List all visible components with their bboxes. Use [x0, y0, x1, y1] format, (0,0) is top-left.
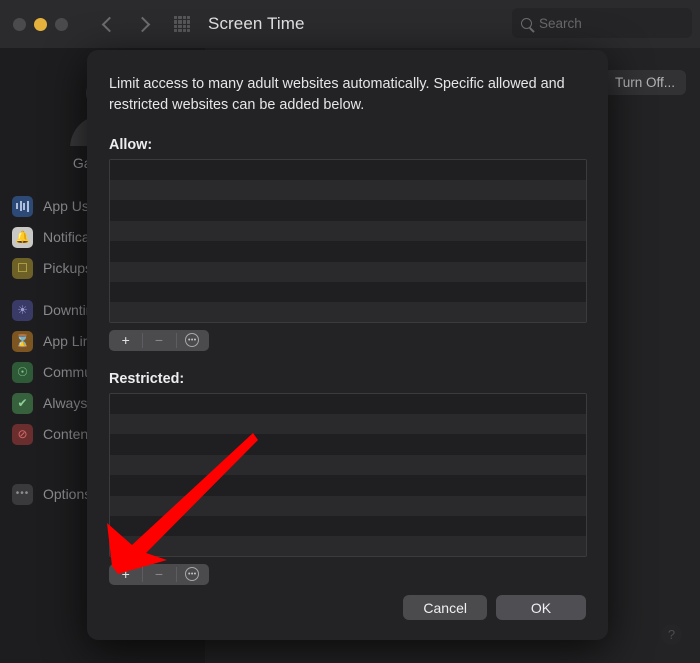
- ellipsis-circle-icon: •••: [185, 333, 200, 348]
- restricted-more-button[interactable]: •••: [175, 564, 209, 585]
- turn-off-button[interactable]: Turn Off...: [603, 70, 686, 95]
- list-item[interactable]: [110, 180, 586, 201]
- chevron-right-icon[interactable]: [134, 16, 151, 32]
- question-mark-icon[interactable]: ?: [661, 624, 682, 645]
- chevron-left-icon[interactable]: [101, 16, 118, 32]
- ellipsis-icon: •••: [12, 483, 33, 505]
- list-item[interactable]: [110, 200, 586, 221]
- grid-icon[interactable]: [174, 16, 190, 32]
- allow-remove-button[interactable]: −: [142, 330, 175, 351]
- list-item[interactable]: [110, 393, 586, 415]
- list-item[interactable]: [110, 159, 586, 181]
- screen-time-window: Screen Time Search Gaurav B App Usage 🔔: [0, 0, 700, 663]
- hourglass-icon: ⌛: [12, 330, 33, 352]
- traffic-light-group: [13, 17, 68, 31]
- cancel-button[interactable]: Cancel: [403, 595, 487, 620]
- sidebar-item-label: Options: [43, 486, 92, 502]
- restricted-section-label: Restricted:: [109, 370, 185, 387]
- sidebar-item-label: Pickups: [43, 260, 93, 276]
- page-title: Screen Time: [208, 14, 305, 33]
- allow-add-button[interactable]: +: [109, 330, 142, 351]
- list-item[interactable]: [110, 454, 586, 476]
- bar-chart-icon: [12, 195, 33, 217]
- zoom-button[interactable]: [55, 17, 68, 31]
- list-item[interactable]: [110, 261, 586, 282]
- list-item[interactable]: [110, 515, 586, 537]
- ellipsis-circle-icon: •••: [185, 567, 200, 582]
- check-badge-icon: ✔: [12, 392, 33, 414]
- ok-button[interactable]: OK: [496, 595, 586, 620]
- restricted-list[interactable]: [109, 392, 587, 557]
- list-item[interactable]: [110, 414, 586, 435]
- list-item[interactable]: [110, 475, 586, 496]
- list-item[interactable]: [110, 302, 586, 322]
- list-item[interactable]: [110, 220, 586, 242]
- list-item[interactable]: [110, 495, 586, 516]
- navigation-buttons: [101, 16, 151, 32]
- allow-list-controls: + − •••: [109, 329, 209, 351]
- restricted-list-controls: + − •••: [109, 563, 209, 585]
- list-item[interactable]: [110, 241, 586, 262]
- downtime-clock-icon: ☀: [12, 299, 33, 321]
- search-input[interactable]: Search: [512, 8, 692, 38]
- pickups-icon: ☐: [12, 257, 33, 279]
- prohibition-icon: ⊘: [12, 423, 33, 445]
- website-restrictions-dialog: Limit access to many adult websites auto…: [87, 50, 608, 640]
- allow-more-button[interactable]: •••: [175, 330, 209, 351]
- list-item[interactable]: [110, 434, 586, 455]
- close-button[interactable]: [13, 17, 26, 31]
- list-item[interactable]: [110, 281, 586, 303]
- dialog-button-row: Cancel OK: [403, 595, 586, 620]
- restricted-remove-button[interactable]: −: [142, 564, 175, 585]
- search-icon: [521, 17, 532, 29]
- bell-icon: 🔔: [12, 226, 33, 248]
- restricted-add-button[interactable]: +: [109, 564, 142, 585]
- person-circle-icon: ☉: [12, 361, 33, 383]
- allow-list[interactable]: [109, 158, 587, 323]
- window-titlebar: Screen Time Search: [0, 0, 700, 48]
- list-item[interactable]: [110, 536, 586, 556]
- search-placeholder: Search: [539, 15, 582, 31]
- minimize-button[interactable]: [34, 17, 47, 31]
- dialog-description: Limit access to many adult websites auto…: [109, 76, 565, 114]
- allow-section-label: Allow:: [109, 136, 153, 153]
